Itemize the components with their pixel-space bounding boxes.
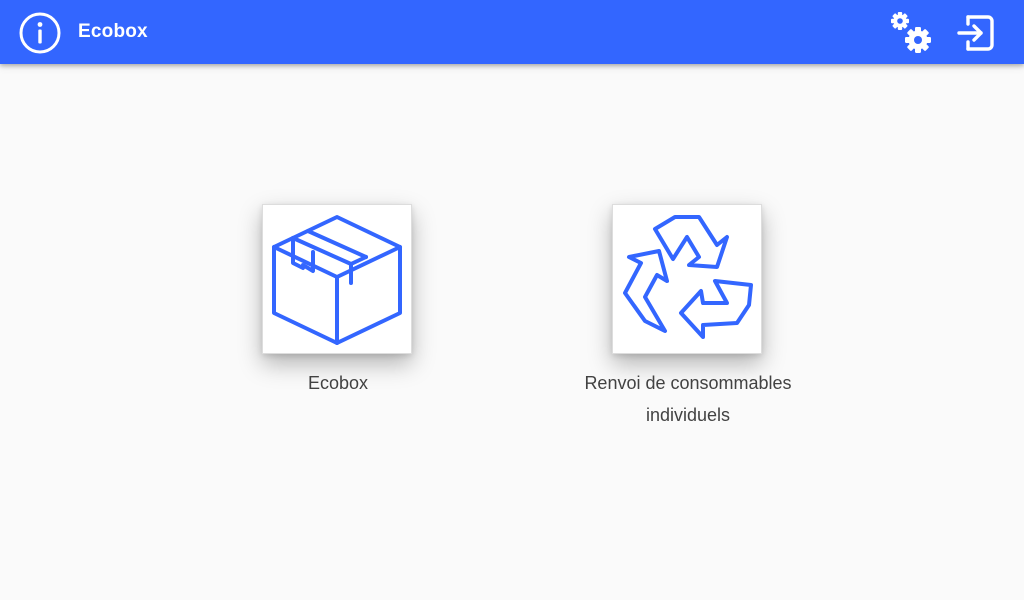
gears-icon [891, 12, 931, 53]
sign-out-icon [957, 15, 994, 51]
tile-label: Renvoi de consommables individuels [584, 373, 792, 425]
logout-button[interactable] [954, 11, 998, 55]
app-title: Ecobox [78, 21, 148, 42]
tile-ecobox[interactable]: Ecobox [213, 204, 463, 404]
recycle-icon [623, 215, 753, 339]
app-bar: Ecobox [0, 0, 1024, 64]
info-button[interactable] [18, 11, 62, 55]
tile-renvoi-consommables[interactable]: Renvoi de consommables individuels [563, 204, 813, 464]
tile-card[interactable] [612, 204, 762, 354]
info-circle-icon [19, 12, 61, 54]
package-box-icon [272, 215, 402, 345]
tile-card[interactable] [262, 204, 412, 354]
tile-label: Ecobox [307, 373, 369, 393]
settings-button[interactable] [888, 10, 936, 56]
